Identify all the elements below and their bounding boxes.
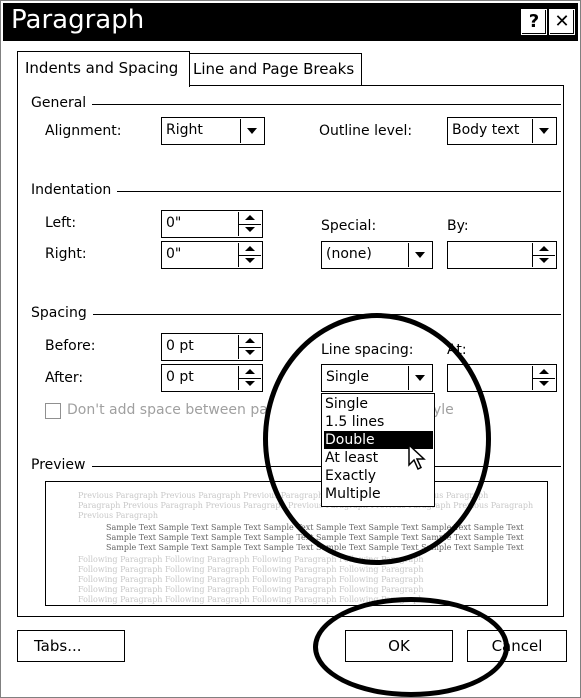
left-indent-spinner[interactable]: 0" xyxy=(161,210,263,238)
alignment-select[interactable]: Right xyxy=(161,117,265,145)
at-spinner[interactable] xyxy=(447,364,557,392)
preview-following-line: Following Paragraph Following Paragraph … xyxy=(78,555,424,564)
alignment-value: Right xyxy=(166,122,203,138)
preview-heading: Preview xyxy=(31,457,92,473)
line-spacing-select[interactable]: Single xyxy=(321,364,433,392)
spin-down-icon[interactable] xyxy=(532,378,555,390)
outline-level-select[interactable]: Body text xyxy=(447,117,557,145)
mouse-pointer-icon xyxy=(408,443,426,471)
spacing-separator xyxy=(31,314,561,315)
by-spinner[interactable] xyxy=(447,241,557,269)
dialog-title: Paragraph xyxy=(11,5,145,35)
tab-label: Line and Page Breaks xyxy=(193,60,355,78)
after-label: After: xyxy=(45,370,84,386)
tab-line-and-page-breaks[interactable]: Line and Page Breaks xyxy=(185,53,362,85)
option-single[interactable]: Single xyxy=(324,395,433,413)
special-label: Special: xyxy=(321,218,377,234)
dont-add-space-checkbox[interactable] xyxy=(45,403,61,419)
ok-button[interactable]: OK xyxy=(345,630,453,662)
preview-following-line: Following Paragraph Following Paragraph … xyxy=(78,565,424,574)
outline-level-value: Body text xyxy=(452,122,520,138)
spin-down-icon[interactable] xyxy=(238,255,261,267)
preview-sample-line: Sample Text Sample Text Sample Text Samp… xyxy=(106,543,524,552)
tabs-button[interactable]: Tabs... xyxy=(17,630,125,662)
close-button[interactable]: ✕ xyxy=(549,9,575,35)
right-indent-value: 0" xyxy=(166,246,182,262)
spin-down-icon[interactable] xyxy=(238,378,261,390)
alignment-label: Alignment: xyxy=(45,123,122,139)
dont-add-space-label-left: Don't add space between pa xyxy=(67,402,268,418)
cancel-button[interactable]: Cancel xyxy=(467,630,567,662)
before-spinner[interactable]: 0 pt xyxy=(161,333,263,361)
tab-label: Indents and Spacing xyxy=(25,59,179,77)
preview-separator xyxy=(31,466,561,467)
at-label: At: xyxy=(447,342,467,358)
right-indent-label: Right: xyxy=(45,246,87,262)
after-spinner[interactable]: 0 pt xyxy=(161,364,263,392)
general-separator xyxy=(31,104,561,105)
after-value: 0 pt xyxy=(166,369,194,385)
left-indent-value: 0" xyxy=(166,215,182,231)
before-value: 0 pt xyxy=(166,338,194,354)
option-multiple[interactable]: Multiple xyxy=(324,485,433,503)
paragraph-dialog: Paragraph ? ✕ Indents and Spacing Line a… xyxy=(0,0,581,698)
preview-previous-line: Previous Paragraph xyxy=(78,511,159,520)
spin-down-icon[interactable] xyxy=(238,224,261,236)
outline-level-label: Outline level: xyxy=(319,123,413,139)
spin-down-icon[interactable] xyxy=(238,347,261,359)
preview-previous-line: Paragraph Previous Paragraph Previous Pa… xyxy=(78,501,534,510)
preview-pane: Previous Paragraph Previous Paragraph Pr… xyxy=(45,481,548,606)
dont-add-space-label-right: yle xyxy=(433,402,454,418)
by-label: By: xyxy=(447,218,469,234)
preview-sample-line: Sample Text Sample Text Sample Text Samp… xyxy=(106,523,524,532)
preview-sample-line: Sample Text Sample Text Sample Text Samp… xyxy=(106,533,524,542)
chevron-down-icon[interactable] xyxy=(532,119,555,143)
preview-following-line: Following Paragraph Following Paragraph … xyxy=(78,595,424,604)
option-1-5-lines[interactable]: 1.5 lines xyxy=(324,413,433,431)
preview-following-line: Following Paragraph Following Paragraph … xyxy=(78,575,424,584)
indentation-heading: Indentation xyxy=(31,182,118,198)
title-bar: Paragraph ? ✕ xyxy=(3,3,578,41)
left-indent-label: Left: xyxy=(45,215,77,231)
chevron-down-icon[interactable] xyxy=(408,243,431,267)
special-value: (none) xyxy=(326,246,372,262)
general-heading: General xyxy=(31,95,93,111)
help-button[interactable]: ? xyxy=(521,9,547,35)
spin-down-icon[interactable] xyxy=(532,255,555,267)
line-spacing-value: Single xyxy=(326,369,370,385)
special-select[interactable]: (none) xyxy=(321,241,433,269)
tab-indents-and-spacing[interactable]: Indents and Spacing xyxy=(17,51,190,87)
right-indent-spinner[interactable]: 0" xyxy=(161,241,263,269)
before-label: Before: xyxy=(45,338,96,354)
chevron-down-icon[interactable] xyxy=(408,366,431,390)
preview-following-line: Following Paragraph Following Paragraph … xyxy=(78,585,424,594)
spacing-heading: Spacing xyxy=(31,305,93,321)
line-spacing-label: Line spacing: xyxy=(321,342,414,358)
chevron-down-icon[interactable] xyxy=(240,119,263,143)
